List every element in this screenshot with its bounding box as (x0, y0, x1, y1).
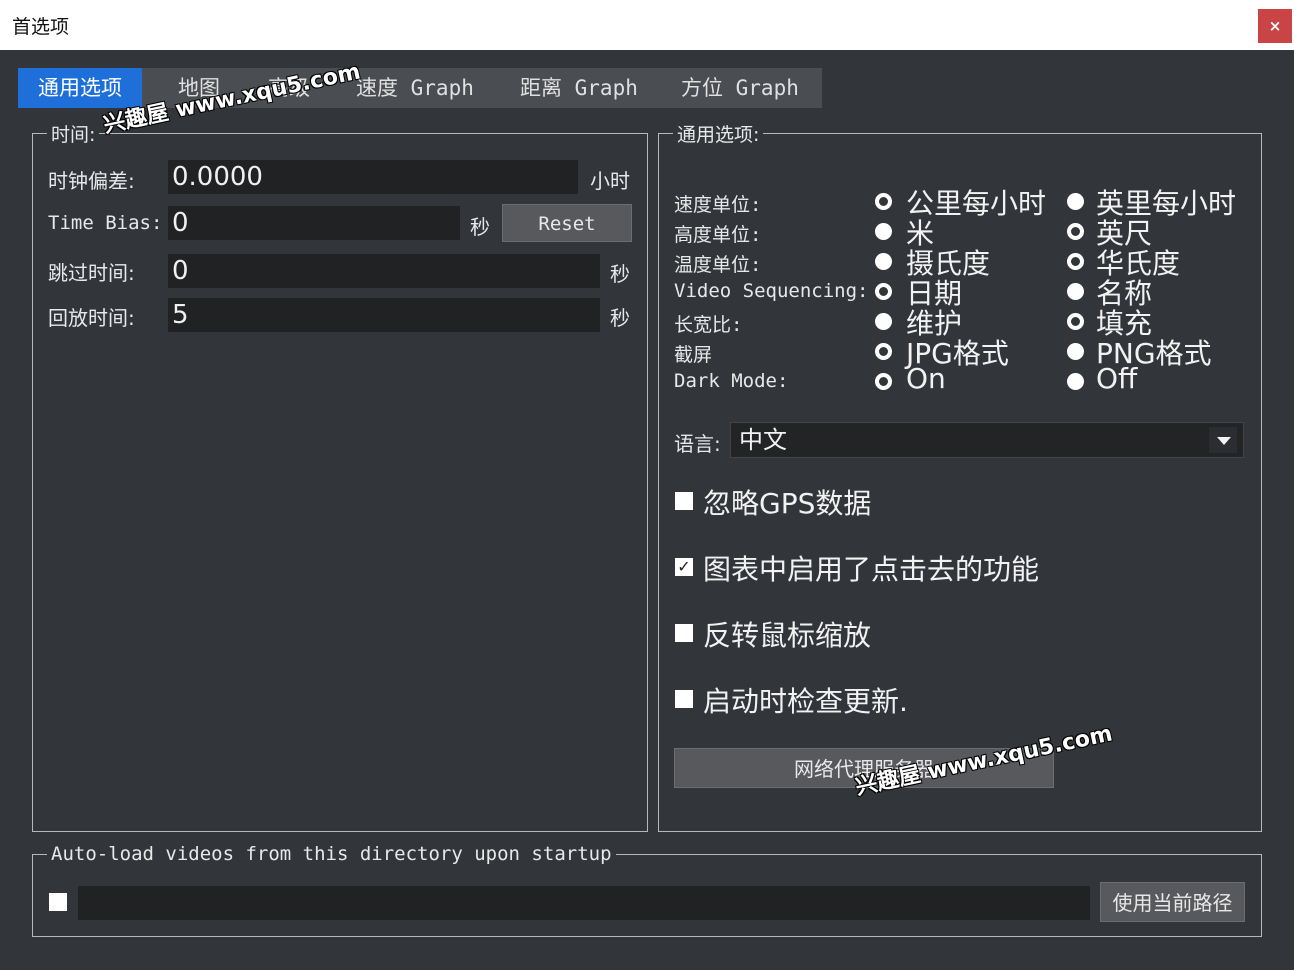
radio-button[interactable] (1067, 373, 1084, 390)
skip-time-unit: 秒 (610, 262, 630, 286)
radio-button[interactable] (1067, 313, 1084, 330)
language-label: 语言: (674, 432, 721, 456)
autoload-checkbox[interactable] (49, 893, 67, 911)
reset-button[interactable]: Reset (502, 204, 632, 242)
option-checkbox[interactable] (675, 690, 693, 708)
tab-bearing-graph[interactable]: 方位 Graph (681, 68, 799, 108)
playback-time-input[interactable]: 5 (168, 298, 600, 332)
playback-time-label: 回放时间: (48, 306, 135, 330)
radio-row-label: 截屏 (674, 344, 713, 366)
clock-offset-label: 时钟偏差: (48, 169, 135, 193)
radio-button[interactable] (875, 343, 892, 360)
autoload-legend: Auto-load videos from this directory upo… (51, 843, 612, 865)
radio-row-label: 高度单位: (674, 224, 762, 246)
radio-button[interactable] (875, 313, 892, 330)
radio-button[interactable] (1067, 283, 1084, 300)
radio-button[interactable] (1067, 343, 1084, 360)
radio-option-label[interactable]: Off (1096, 362, 1137, 395)
option-checkbox[interactable] (675, 624, 693, 642)
radio-button[interactable] (875, 373, 892, 390)
option-checkbox-label: 启动时检查更新. (703, 685, 908, 718)
time-group-legend: 时间: (51, 124, 96, 146)
clock-offset-input[interactable]: 0.0000 (168, 160, 578, 194)
playback-time-unit: 秒 (610, 306, 630, 330)
radio-row-label: 速度单位: (674, 194, 762, 216)
option-checkbox[interactable] (675, 492, 693, 510)
radio-button[interactable] (875, 253, 892, 270)
radio-button[interactable] (1067, 223, 1084, 240)
radio-button[interactable] (875, 223, 892, 240)
chevron-down-icon[interactable] (1209, 427, 1237, 453)
use-current-path-button[interactable]: 使用当前路径 (1100, 882, 1245, 922)
language-value: 中文 (739, 426, 787, 454)
time-bias-label: Time Bias: (48, 212, 163, 234)
window-title: 首选项 (12, 16, 70, 38)
skip-time-input[interactable]: 0 (168, 254, 600, 288)
general-options-legend: 通用选项: (677, 124, 760, 146)
tab-speed-graph[interactable]: 速度 Graph (356, 68, 474, 108)
option-checkbox-label: 反转鼠标缩放 (703, 619, 872, 652)
tab-distance-graph[interactable]: 距离 Graph (520, 68, 638, 108)
clock-offset-unit: 小时 (590, 169, 630, 193)
radio-button[interactable] (1067, 193, 1084, 210)
option-checkbox-label: 忽略GPS数据 (703, 487, 872, 520)
skip-time-label: 跳过时间: (48, 261, 135, 285)
close-button[interactable]: × (1258, 9, 1292, 43)
option-checkbox[interactable]: ✓ (675, 558, 693, 576)
radio-button[interactable] (1067, 253, 1084, 270)
language-select[interactable]: 中文 (730, 422, 1244, 458)
time-bias-unit: 秒 (470, 215, 490, 239)
radio-row-label: Video Sequencing: (674, 280, 869, 302)
radio-row-label: 温度单位: (674, 254, 762, 276)
time-bias-input[interactable]: 0 (168, 206, 460, 240)
option-checkbox-label: 图表中启用了点击去的功能 (703, 553, 1040, 586)
radio-button[interactable] (875, 283, 892, 300)
autoload-path-input[interactable] (78, 886, 1090, 920)
radio-row-label: 长宽比: (674, 314, 743, 336)
title-bar: 首选项 × (0, 0, 1294, 50)
radio-button[interactable] (875, 193, 892, 210)
radio-option-label[interactable]: On (906, 362, 946, 395)
radio-row-label: Dark Mode: (674, 370, 789, 392)
